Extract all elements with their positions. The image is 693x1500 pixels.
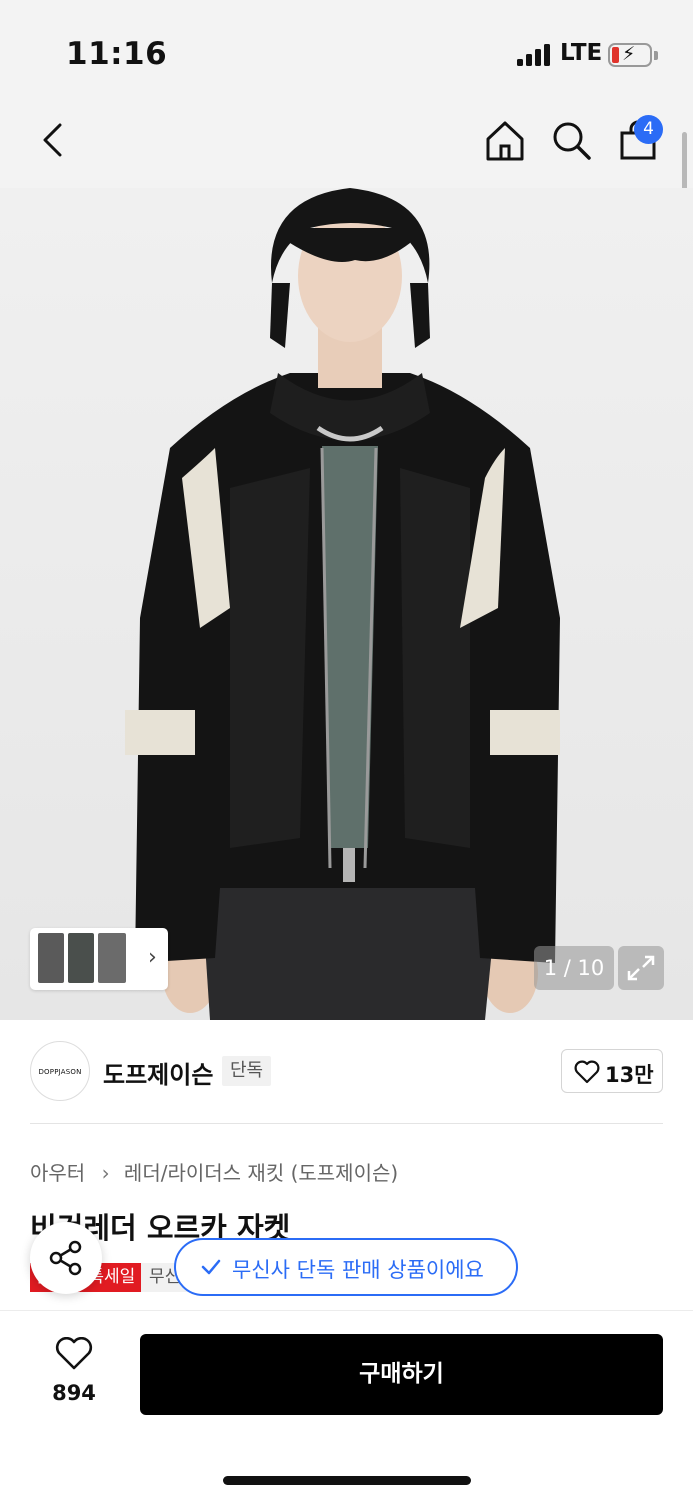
- wishlist-count: 894: [52, 1381, 96, 1405]
- divider: [30, 1123, 663, 1124]
- cart-count-badge[interactable]: 4: [634, 115, 663, 144]
- thumbnail-2[interactable]: [68, 933, 94, 983]
- network-label: LTE: [560, 40, 603, 66]
- brand-logo[interactable]: DOPPJASON: [30, 1041, 90, 1101]
- signal-icon: [517, 44, 551, 66]
- battery-tip: [654, 51, 658, 60]
- heart-outline-icon: [574, 1060, 600, 1084]
- chevron-right-icon[interactable]: ›: [148, 945, 157, 970]
- status-bar: 11:16 LTE ⚡: [0, 0, 693, 100]
- buy-button[interactable]: 구매하기: [140, 1334, 663, 1415]
- exclusive-toast: 무신사 단독 판매 상품이에요: [174, 1238, 518, 1296]
- chevron-left-icon[interactable]: [38, 122, 68, 158]
- search-icon[interactable]: [551, 120, 593, 162]
- top-nav-bar: [0, 100, 693, 188]
- heart-outline-icon: [55, 1337, 93, 1370]
- battery-level-fill: [612, 47, 619, 63]
- chevron-right-icon: ›: [101, 1161, 110, 1185]
- thumbnail-3[interactable]: [98, 933, 126, 983]
- expand-icon: [627, 955, 655, 981]
- status-time: 11:16: [66, 36, 168, 72]
- expand-image-button[interactable]: [618, 946, 664, 990]
- thumbnail-1[interactable]: [38, 933, 64, 983]
- home-icon[interactable]: [484, 120, 526, 162]
- brand-like-count: 13만: [605, 1063, 654, 1087]
- product-image-carousel[interactable]: › 1 / 10: [0, 188, 693, 1020]
- image-counter: 1 / 10: [534, 946, 614, 990]
- breadcrumb-item-category[interactable]: 레더/라이더스 재킷 (도프제이슨): [124, 1161, 398, 1185]
- share-button[interactable]: [30, 1222, 102, 1294]
- breadcrumb-item-outer[interactable]: 아우터: [30, 1161, 85, 1185]
- brand-like-button[interactable]: 13만: [561, 1049, 663, 1093]
- product-photo: [125, 188, 560, 1020]
- charging-bolt-icon: ⚡: [622, 43, 636, 65]
- brand-name[interactable]: 도프제이슨: [103, 1055, 213, 1090]
- wishlist-button[interactable]: 894: [40, 1337, 108, 1407]
- thumbnail-strip[interactable]: ›: [30, 928, 168, 990]
- battery-icon: ⚡: [608, 43, 652, 67]
- toast-message: 무신사 단독 판매 상품이에요: [232, 1258, 484, 1282]
- home-indicator[interactable]: [223, 1476, 471, 1485]
- check-icon: [201, 1259, 221, 1275]
- breadcrumb: 아우터 › 레더/라이더스 재킷 (도프제이슨): [30, 1157, 398, 1186]
- exclusive-tag: 단독: [222, 1056, 272, 1086]
- share-icon: [49, 1240, 82, 1276]
